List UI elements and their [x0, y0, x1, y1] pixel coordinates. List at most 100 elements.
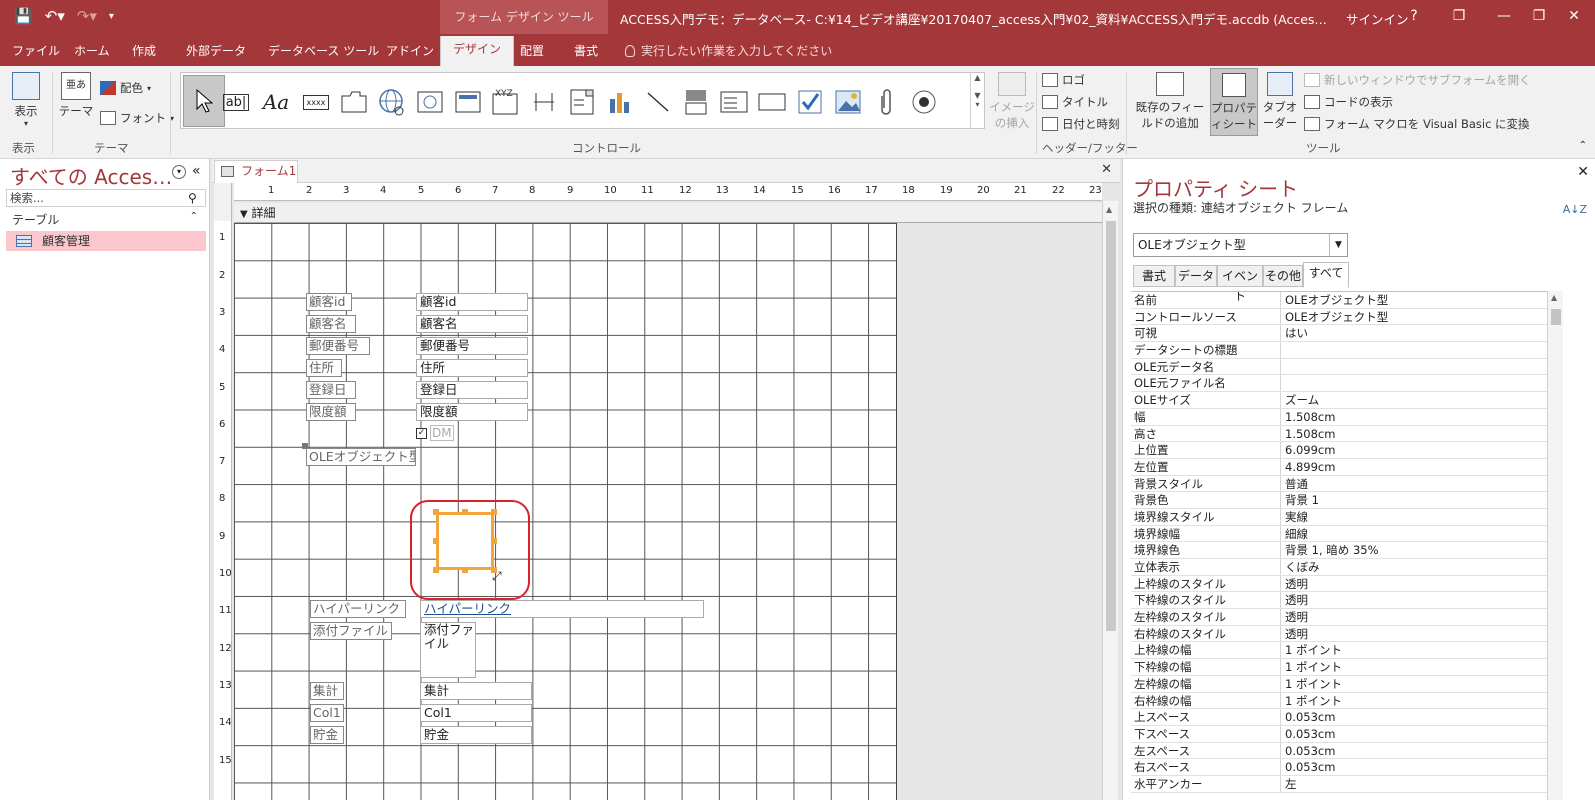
- save-icon[interactable]: 💾: [14, 7, 33, 25]
- dm-checkbox-group[interactable]: ✓ DM: [416, 425, 454, 441]
- property-row[interactable]: 左スペース 0.053cm: [1131, 742, 1547, 760]
- property-value[interactable]: 1 ポイント: [1281, 676, 1547, 692]
- label-credit-limit[interactable]: 限度額: [306, 403, 356, 421]
- scroll-thumb[interactable]: [1106, 221, 1116, 631]
- tab-design[interactable]: デザイン: [440, 36, 515, 66]
- property-row[interactable]: 背景色 背景 1: [1131, 492, 1547, 509]
- property-grid-scrollbar[interactable]: ▲: [1547, 291, 1563, 800]
- property-value[interactable]: 1 ポイント: [1281, 693, 1547, 709]
- property-value[interactable]: 透明: [1281, 626, 1547, 642]
- property-row[interactable]: 右枠線の幅 1 ポイント: [1131, 692, 1547, 710]
- textbox-credit-limit[interactable]: 限度額: [416, 403, 528, 421]
- property-value[interactable]: ズーム: [1281, 392, 1547, 408]
- logo-button[interactable]: ロゴ: [1042, 72, 1085, 88]
- close-button[interactable]: ✕: [1560, 5, 1588, 27]
- property-row[interactable]: 境界線幅 細線: [1131, 525, 1547, 543]
- label-attachment[interactable]: 添付ファイル: [310, 622, 392, 640]
- property-row[interactable]: 下スペース 0.053cm: [1131, 725, 1547, 743]
- property-value[interactable]: 左: [1281, 776, 1547, 792]
- property-row[interactable]: 上スペース 0.053cm: [1131, 709, 1547, 726]
- fonts-button[interactable]: フォント ▾: [100, 110, 174, 126]
- property-value[interactable]: [1281, 342, 1547, 358]
- ps-tab-data[interactable]: データ: [1175, 265, 1217, 287]
- chart-control-icon[interactable]: [603, 83, 637, 121]
- ps-tab-other[interactable]: その他: [1263, 265, 1303, 287]
- form-selector[interactable]: [214, 183, 232, 221]
- gallery-scroll[interactable]: ▲ ▼ ▾: [970, 73, 984, 128]
- theme-button[interactable]: 亜あ テーマ: [56, 72, 96, 119]
- tab-file[interactable]: ファイル: [10, 40, 62, 66]
- property-row[interactable]: 左位置 4.899cm: [1131, 458, 1547, 476]
- label-savings[interactable]: 貯金: [310, 726, 344, 744]
- label-col1[interactable]: Col1: [310, 704, 344, 722]
- subform-new-window-button[interactable]: 新しいウィンドウでサブフォームを開く: [1304, 72, 1531, 88]
- title-button[interactable]: タイトル: [1042, 94, 1108, 110]
- property-value[interactable]: 0.053cm: [1281, 743, 1547, 759]
- property-value[interactable]: 透明: [1281, 609, 1547, 625]
- property-row[interactable]: コントロールソース OLEオブジェクト型: [1131, 308, 1547, 326]
- property-value[interactable]: 細線: [1281, 526, 1547, 542]
- shutter-bar-icon[interactable]: «: [192, 163, 201, 179]
- property-row[interactable]: OLE元データ名: [1131, 358, 1547, 376]
- textbox-customer-name[interactable]: 顧客名: [416, 315, 528, 333]
- property-row[interactable]: 名前 OLEオブジェクト型: [1131, 292, 1547, 309]
- property-row[interactable]: 右枠線のスタイル 透明: [1131, 625, 1547, 643]
- customize-qat-icon[interactable]: ▾: [109, 11, 114, 22]
- property-value[interactable]: 透明: [1281, 576, 1547, 592]
- add-existing-fields-button[interactable]: 既存のフィールドの追加: [1132, 72, 1208, 131]
- label-customer-id[interactable]: 顧客id: [306, 293, 352, 311]
- combo-box-control-icon[interactable]: [565, 83, 599, 121]
- property-value[interactable]: はい: [1281, 325, 1547, 341]
- scroll-thumb[interactable]: [1551, 309, 1561, 325]
- textbox-savings[interactable]: 貯金: [420, 726, 532, 744]
- property-value[interactable]: OLEオブジェクト型: [1281, 292, 1547, 308]
- textbox-postal-code[interactable]: 郵便番号: [416, 337, 528, 355]
- tab-control-icon[interactable]: [337, 83, 371, 121]
- label-ole-object[interactable]: OLEオブジェクト型: [306, 448, 416, 466]
- hyperlink-control-icon[interactable]: [375, 83, 409, 121]
- property-row[interactable]: 右スペース 0.053cm: [1131, 759, 1547, 776]
- tab-format[interactable]: 書式: [572, 40, 600, 66]
- property-value[interactable]: 4.899cm: [1281, 459, 1547, 475]
- property-value[interactable]: 実線: [1281, 509, 1547, 525]
- toggle-button-control-icon[interactable]: [679, 83, 713, 121]
- attachment-control-icon[interactable]: [869, 83, 903, 121]
- textbox-customer-id[interactable]: 顧客id: [416, 293, 528, 311]
- document-tab-form1[interactable]: フォーム1: [214, 160, 298, 183]
- property-row[interactable]: 可視 はい: [1131, 325, 1547, 343]
- property-value[interactable]: OLEオブジェクト型: [1281, 309, 1547, 325]
- tab-arrange[interactable]: 配置: [518, 40, 546, 66]
- navigation-control-icon[interactable]: [451, 83, 485, 121]
- detail-section-bar[interactable]: ▼ 詳細: [234, 203, 1102, 223]
- undo-icon[interactable]: ↶▾: [45, 7, 65, 25]
- nav-pane-title[interactable]: すべての Access...: [10, 161, 180, 190]
- label-total[interactable]: 集計: [310, 682, 344, 700]
- close-property-sheet-icon[interactable]: ✕: [1577, 164, 1589, 180]
- minimize-button[interactable]: —: [1490, 5, 1518, 27]
- ribbon-display-options-button[interactable]: ❐: [1445, 5, 1473, 27]
- label-address[interactable]: 住所: [306, 359, 342, 377]
- property-row[interactable]: 水平アンカー左: [1131, 775, 1547, 793]
- insert-image-button[interactable]: イメージの挿入: [988, 72, 1036, 131]
- property-value[interactable]: くぼみ: [1281, 559, 1547, 575]
- tell-me-search[interactable]: 実行したい作業を入力してください: [625, 42, 832, 59]
- colors-button[interactable]: 配色 ▾: [100, 80, 151, 96]
- view-button[interactable]: 表示 ▾: [8, 72, 44, 128]
- tab-order-button[interactable]: タブオーダー: [1260, 72, 1300, 131]
- property-row[interactable]: OLEサイズ ズーム: [1131, 392, 1547, 409]
- page-break-control-icon[interactable]: [527, 83, 561, 121]
- label-hyperlink[interactable]: ハイパーリンク: [310, 600, 406, 618]
- checkbox-control-icon[interactable]: [793, 83, 827, 121]
- sort-icon[interactable]: A↓Z: [1563, 203, 1587, 216]
- nav-section-tables[interactable]: テーブル ⌃: [4, 211, 206, 229]
- property-value[interactable]: 背景 1, 暗め 35%: [1281, 542, 1547, 558]
- property-row[interactable]: 背景スタイル 普通: [1131, 475, 1547, 493]
- textbox-address[interactable]: 住所: [416, 359, 528, 377]
- property-sheet-button[interactable]: プロパティシート: [1210, 68, 1258, 136]
- property-value[interactable]: 1.508cm: [1281, 409, 1547, 425]
- view-code-button[interactable]: コードの表示: [1304, 94, 1393, 110]
- property-row[interactable]: 幅 1.508cm: [1131, 408, 1547, 426]
- textbox-col1[interactable]: Col1: [420, 704, 532, 722]
- ps-tab-all[interactable]: すべて: [1303, 262, 1349, 288]
- option-button-control-icon[interactable]: [907, 83, 941, 121]
